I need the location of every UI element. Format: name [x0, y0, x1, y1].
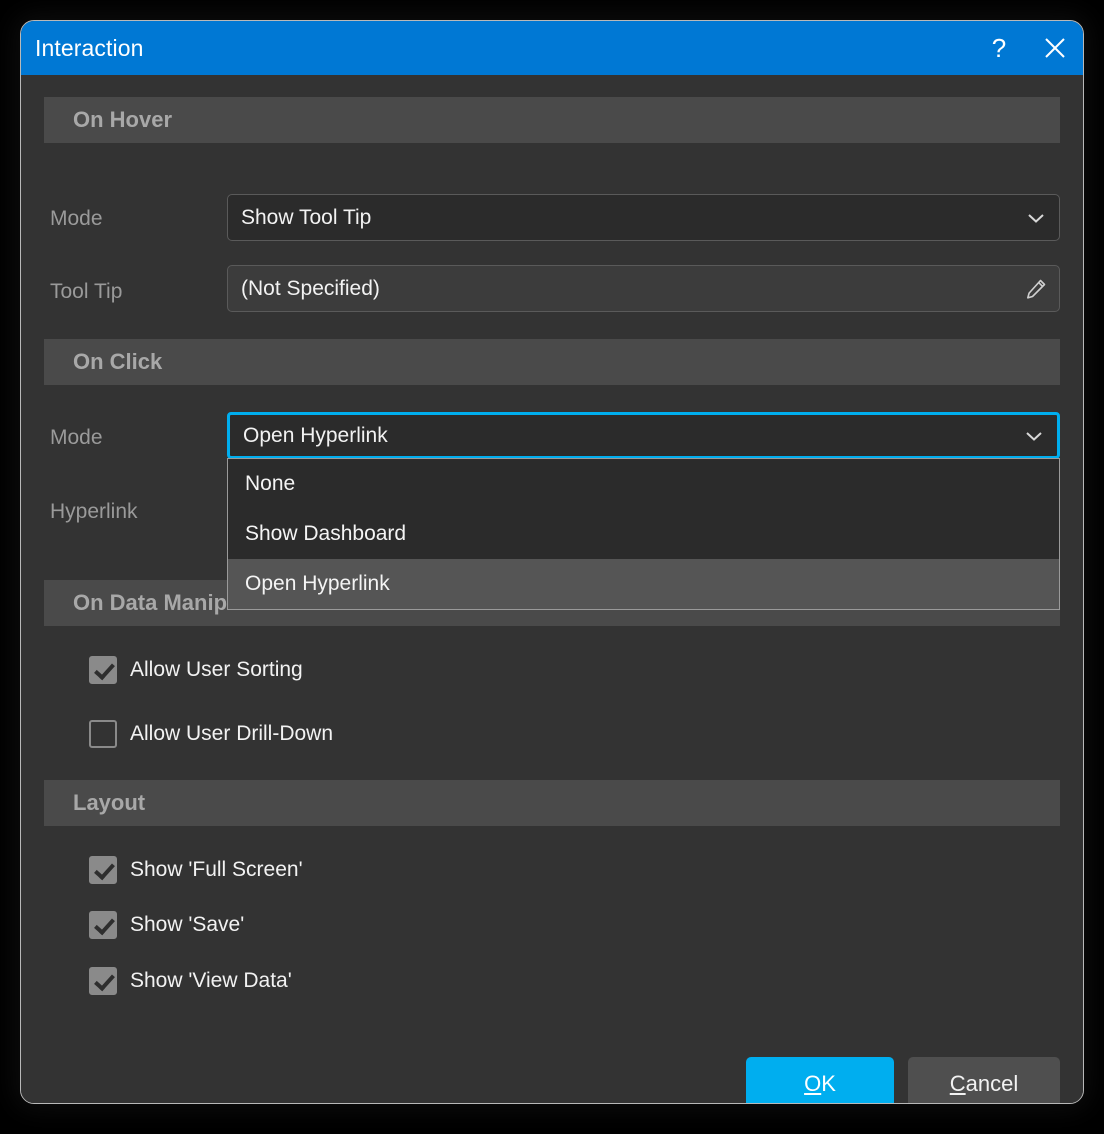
tooltip-value: (Not Specified)	[241, 277, 1013, 301]
pencil-edit-icon[interactable]	[1013, 278, 1059, 300]
section-title-layout: Layout	[73, 790, 145, 816]
label-hover-mode: Mode	[50, 207, 103, 231]
ok-rest: K	[821, 1071, 836, 1097]
click-mode-value: Open Hyperlink	[243, 424, 1011, 448]
section-title-on-hover: On Hover	[73, 107, 172, 133]
checkbox-label: Allow User Drill-Down	[130, 722, 333, 746]
cancel-button[interactable]: Cancel	[908, 1057, 1060, 1104]
close-icon[interactable]	[1027, 21, 1083, 75]
cancel-accel: C	[950, 1071, 966, 1097]
click-mode-dropdown[interactable]: Open Hyperlink	[227, 412, 1060, 459]
label-tooltip: Tool Tip	[50, 280, 122, 304]
dropdown-option-label: Show Dashboard	[245, 522, 406, 546]
chevron-down-icon	[1013, 212, 1059, 224]
dropdown-option-label: None	[245, 472, 295, 496]
checkbox-label: Show 'Save'	[130, 913, 244, 937]
section-header-on-hover: On Hover	[44, 97, 1060, 143]
checkbox-box	[89, 856, 117, 884]
ok-accel: O	[804, 1071, 821, 1097]
dialog-body: On Hover Mode Show Tool Tip Tool Tip (No…	[21, 75, 1083, 1103]
tooltip-field[interactable]: (Not Specified)	[227, 265, 1060, 312]
dropdown-option-show-dashboard[interactable]: Show Dashboard	[228, 509, 1059, 559]
checkbox-label: Allow User Sorting	[130, 658, 303, 682]
interaction-dialog-window: Interaction ? On Hover Mode Show Tool Ti…	[20, 20, 1084, 1104]
dropdown-option-open-hyperlink[interactable]: Open Hyperlink	[228, 559, 1059, 609]
section-title-on-click: On Click	[73, 349, 162, 375]
section-header-layout: Layout	[44, 780, 1060, 826]
checkbox-box	[89, 656, 117, 684]
checkbox-show-full-screen[interactable]: Show 'Full Screen'	[89, 856, 303, 884]
title-bar: Interaction ?	[21, 21, 1083, 75]
dropdown-option-none[interactable]: None	[228, 459, 1059, 509]
help-glyph: ?	[992, 33, 1006, 64]
checkbox-show-view-data[interactable]: Show 'View Data'	[89, 967, 292, 995]
window-title: Interaction	[35, 35, 144, 62]
checkbox-show-save[interactable]: Show 'Save'	[89, 911, 244, 939]
help-icon[interactable]: ?	[971, 21, 1027, 75]
checkbox-label: Show 'Full Screen'	[130, 858, 303, 882]
click-mode-dropdown-list[interactable]: None Show Dashboard Open Hyperlink	[227, 458, 1060, 610]
checkbox-box	[89, 720, 117, 748]
label-hyperlink: Hyperlink	[50, 500, 138, 524]
hover-mode-value: Show Tool Tip	[241, 206, 1013, 230]
checkbox-label: Show 'View Data'	[130, 969, 292, 993]
dropdown-option-label: Open Hyperlink	[245, 572, 390, 596]
checkbox-allow-user-sorting[interactable]: Allow User Sorting	[89, 656, 303, 684]
checkbox-allow-user-drill-down[interactable]: Allow User Drill-Down	[89, 720, 333, 748]
chevron-down-icon	[1011, 430, 1057, 442]
hover-mode-dropdown[interactable]: Show Tool Tip	[227, 194, 1060, 241]
cancel-rest: ancel	[966, 1071, 1019, 1097]
checkbox-box	[89, 911, 117, 939]
ok-button[interactable]: OK	[746, 1057, 894, 1104]
section-header-on-click: On Click	[44, 339, 1060, 385]
label-click-mode: Mode	[50, 426, 103, 450]
checkbox-box	[89, 967, 117, 995]
